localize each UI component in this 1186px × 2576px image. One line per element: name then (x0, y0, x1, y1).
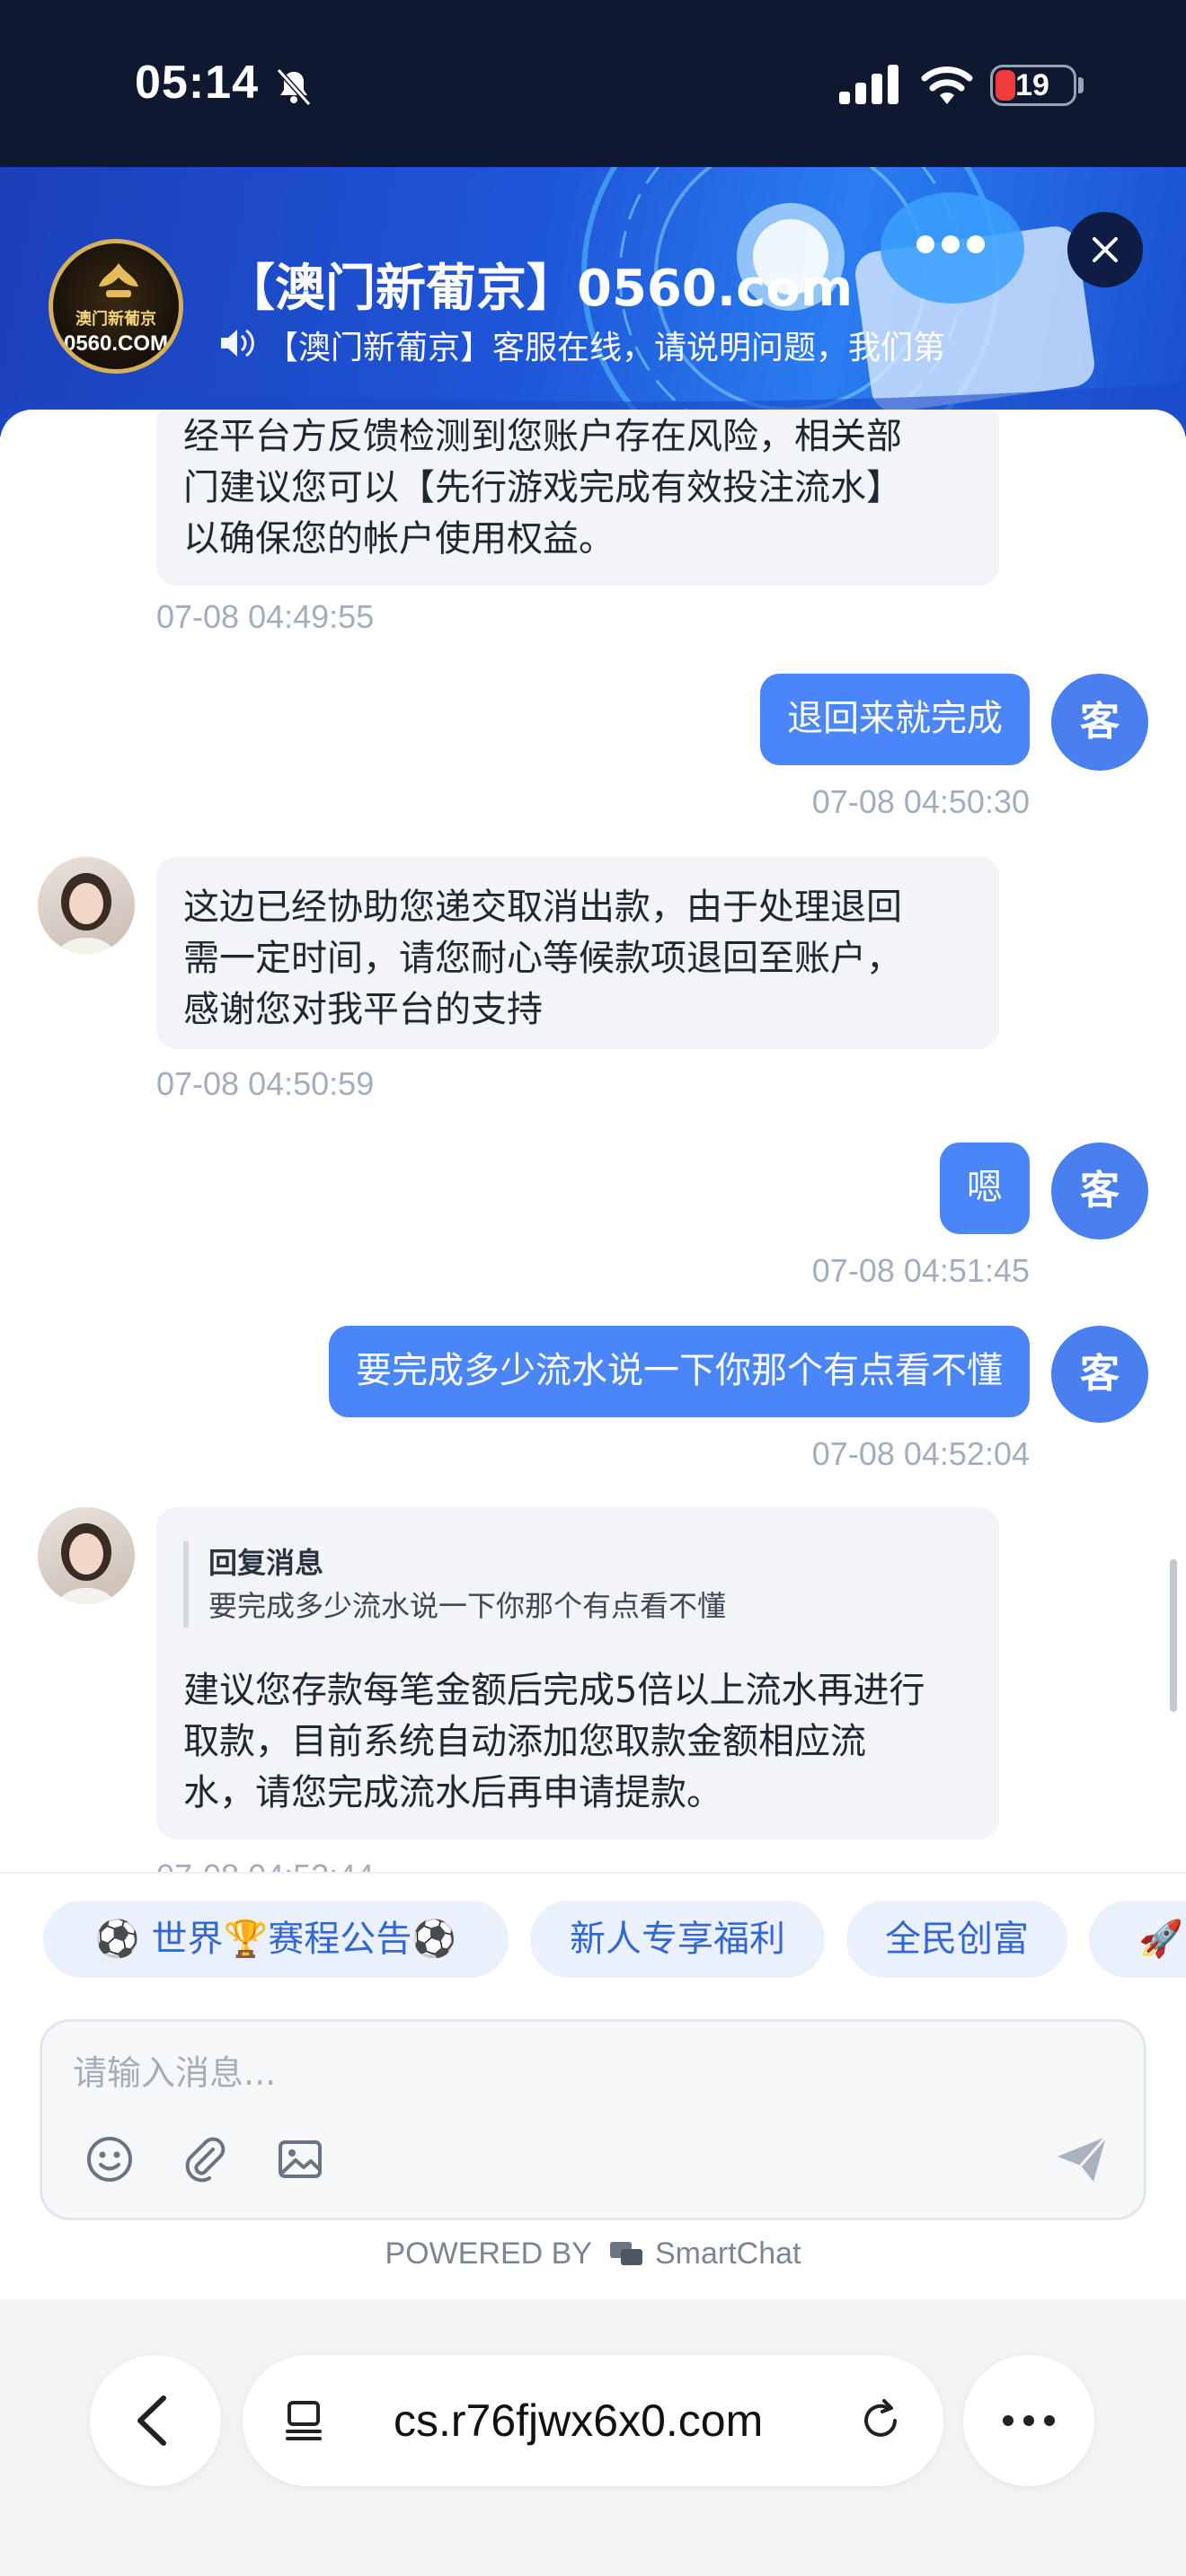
message-timestamp: 07-08 04:52:04 (811, 1435, 1030, 1472)
brand-logo: 澳门新葡京 0560.COM (49, 239, 183, 374)
image-icon[interactable] (274, 2133, 326, 2185)
message-line: 这边已经协助您递交取消出款，由于处理退回 (183, 887, 902, 928)
powered-by-label: POWERED BY (385, 2236, 592, 2271)
message-line: 水，请您完成流水后再申请提款。 (183, 1772, 722, 1813)
browser-toolbar: cs.r76fjwx6x0.com (0, 2299, 1186, 2576)
message-line: 门建议您可以【先行游戏完成有效投注流水】 (183, 467, 902, 508)
quick-reply-chip[interactable]: 全民创富 (846, 1901, 1067, 1978)
battery-level: 19 (1015, 68, 1049, 102)
agent-avatar (38, 1507, 135, 1604)
speaker-icon (221, 329, 254, 357)
message-input[interactable] (73, 2042, 1061, 2104)
message-text: 嗯 (967, 1167, 1003, 1208)
quoted-message: 回复消息 要完成多少流水说一下你那个有点看不懂 (183, 1541, 726, 1628)
crown-emblem-icon (99, 263, 138, 297)
url-text: cs.r76fjwx6x0.com (394, 2395, 764, 2446)
message-line: 需一定时间，请您耐心等候款项退回至账户， (183, 938, 902, 979)
quick-reply-bar: ⚽ 世界🏆赛程公告⚽ 新人专享福利 全民创富 🚀 (0, 1872, 1186, 1998)
quick-reply-chip[interactable]: ⚽ 世界🏆赛程公告⚽ (43, 1901, 509, 1978)
more-button[interactable] (963, 2355, 1094, 2486)
powered-by: POWERED BY SmartChat (0, 2236, 1186, 2272)
bell-muted-icon (276, 67, 312, 107)
address-bar[interactable]: cs.r76fjwx6x0.com (243, 2355, 943, 2486)
message-timestamp: 07-08 04:50:30 (811, 783, 1030, 820)
agent-portrait-icon (58, 1523, 115, 1604)
reload-icon[interactable] (854, 2394, 907, 2448)
chevron-left-icon (137, 2395, 166, 2446)
more-dots-icon (1003, 2415, 1055, 2426)
status-bar: 05:14 19 (0, 0, 1186, 167)
user-avatar: 客 (1051, 1142, 1148, 1239)
scrollbar[interactable] (1170, 1559, 1177, 1712)
message-line: 取款，目前系统自动添加您取款金额相应流 (183, 1721, 866, 1762)
message-line: 经平台方反馈检测到您账户存在风险，相关部 (183, 416, 902, 457)
wifi-icon (921, 66, 973, 104)
logo-url-text: 0560.COM (63, 331, 169, 356)
agent-message-bubble: 这边已经协助您递交取消出款，由于处理退回 需一定时间，请您耐心等候款项退回至账户… (156, 857, 999, 1049)
chat-header: 澳门新葡京 0560.COM 【澳门新葡京】0560.com 【澳门新葡京】客服… (0, 167, 1186, 437)
user-avatar: 客 (1051, 1326, 1148, 1423)
quick-reply-chip[interactable]: 🚀 (1089, 1901, 1186, 1978)
status-time: 05:14 (135, 57, 259, 109)
message-text: 要完成多少流水说一下你那个有点看不懂 (356, 1350, 1003, 1391)
page-menu-icon[interactable] (279, 2394, 332, 2448)
message-line: 感谢您对我平台的支持 (183, 989, 543, 1030)
message-text: 退回来就完成 (787, 698, 1003, 739)
message-timestamp: 07-08 04:49:55 (156, 598, 375, 635)
header-title: 【澳门新葡京】0560.com (225, 260, 854, 318)
close-button[interactable] (1067, 212, 1143, 287)
logo-chinese-text: 澳门新葡京 (75, 310, 156, 329)
message-composer (40, 2019, 1146, 2220)
send-icon[interactable] (1054, 2133, 1110, 2185)
message-line: 建议您存款每笔金额后完成5倍以上流水再进行 (183, 1670, 925, 1711)
user-avatar: 客 (1051, 674, 1148, 771)
agent-avatar (38, 857, 135, 954)
message-timestamp: 07-08 04:52:44 (156, 1857, 374, 1872)
announcement-marquee: 【澳门新葡京】客服在线，请说明问题，我们第 (266, 330, 946, 366)
user-message-bubble: 嗯 (940, 1142, 1030, 1234)
message-line: 以确保您的帐户使用权益。 (183, 518, 615, 560)
agent-reply-bubble: 回复消息 要完成多少流水说一下你那个有点看不懂 建议您存款每笔金额后完成5倍以上… (156, 1507, 999, 1839)
back-button[interactable] (90, 2355, 221, 2486)
agent-message-bubble: 经平台方反馈检测到您账户存在风险，相关部 门建议您可以【先行游戏完成有效投注流水… (156, 410, 999, 586)
signal-icon (839, 65, 898, 104)
user-message-bubble: 要完成多少流水说一下你那个有点看不懂 (329, 1326, 1030, 1417)
message-timestamp: 07-08 04:51:45 (811, 1252, 1030, 1289)
quick-reply-chip[interactable]: 新人专享福利 (530, 1901, 825, 1978)
powered-by-brand: SmartChat (654, 2236, 801, 2271)
quote-text: 要完成多少流水说一下你那个有点看不懂 (208, 1589, 727, 1623)
close-icon (1093, 237, 1118, 262)
smartchat-logo-icon (609, 2242, 642, 2265)
chat-messages[interactable]: 经平台方反馈检测到您账户存在风险，相关部 门建议您可以【先行游戏完成有效投注流水… (0, 410, 1186, 1872)
emoji-icon[interactable] (84, 2133, 136, 2185)
message-timestamp: 07-08 04:50:59 (156, 1065, 375, 1102)
user-message-bubble: 退回来就完成 (760, 674, 1030, 765)
attachment-icon[interactable] (179, 2133, 231, 2185)
quote-title: 回复消息 (208, 1546, 324, 1580)
agent-portrait-icon (58, 873, 115, 954)
battery-indicator: 19 (990, 65, 1076, 106)
